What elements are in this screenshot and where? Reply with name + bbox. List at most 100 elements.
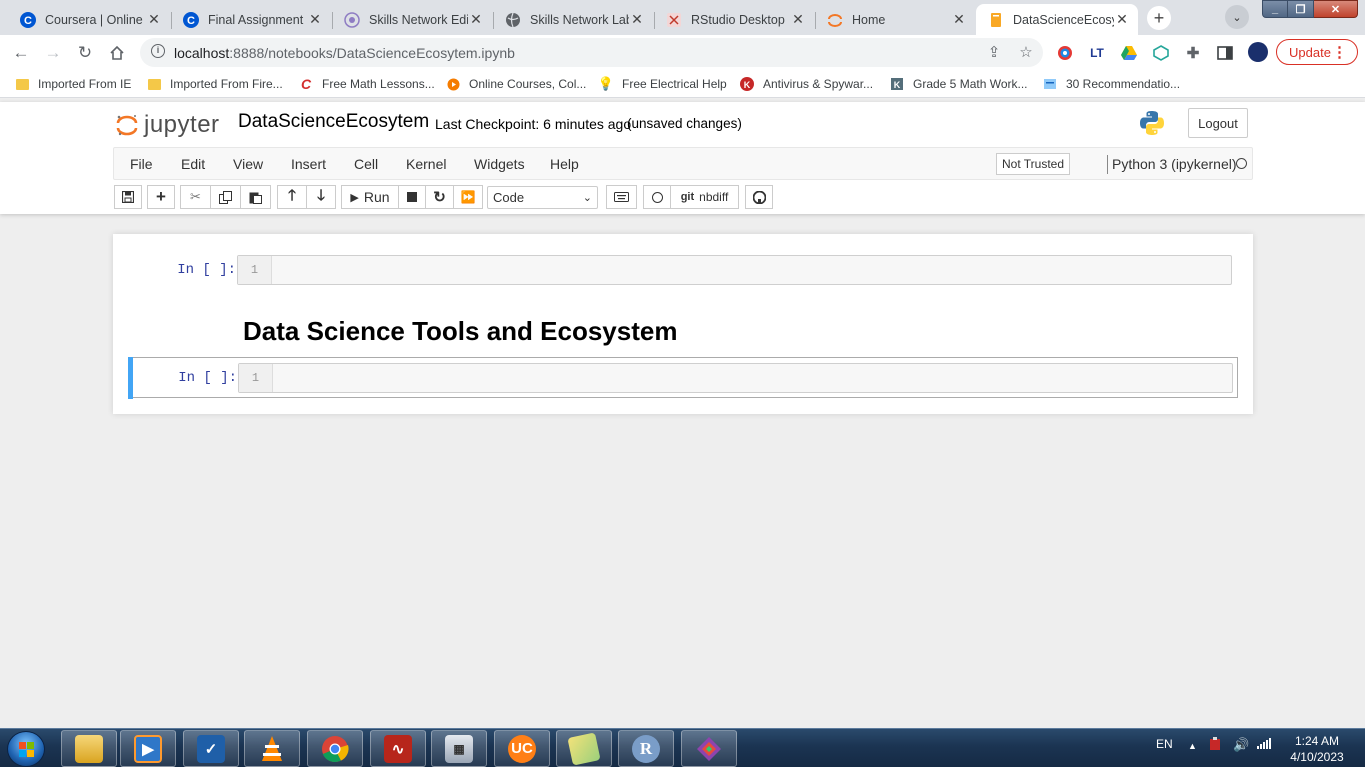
extensions-puzzle-icon[interactable]: ✚ [1184, 44, 1202, 62]
close-tab-icon[interactable]: ✕ [307, 11, 323, 28]
language-indicator[interactable]: EN [1156, 737, 1173, 751]
command-palette-button[interactable] [606, 185, 637, 209]
taskbar-vlc[interactable] [244, 730, 300, 767]
taskbar-pdf-reader[interactable]: ∿ [370, 730, 426, 767]
color-extension-icon[interactable] [1056, 44, 1074, 62]
taskbar-git-gui[interactable] [681, 730, 737, 767]
volume-icon[interactable]: 🔊 [1233, 737, 1249, 753]
forward-button[interactable]: → [40, 40, 66, 66]
globe-icon [505, 12, 521, 28]
notebook-title[interactable]: DataScienceEcosytem [238, 111, 429, 133]
tab-datascience-ecosystem[interactable]: DataScienceEcosyt ✕ [976, 4, 1138, 35]
insert-cell-button[interactable]: + [147, 185, 175, 209]
interrupt-kernel-button[interactable] [398, 185, 426, 209]
tab-skills-network-labs[interactable]: Skills Network Lab ✕ [493, 4, 653, 35]
code-editor[interactable]: 1 [237, 255, 1232, 285]
tab-skills-network-editor[interactable]: Skills Network Edit ✕ [332, 4, 492, 35]
tab-rstudio[interactable]: RStudio Desktop ✕ [654, 4, 814, 35]
restart-run-all-button[interactable]: ⏩ [453, 185, 483, 209]
taskbar-media-player[interactable]: ▶ [120, 730, 176, 767]
new-tab-button[interactable]: + [1147, 6, 1171, 30]
restart-kernel-button[interactable]: ↻ [425, 185, 454, 209]
logout-button[interactable]: Logout [1188, 108, 1248, 138]
url-text[interactable]: localhost:8888/notebooks/DataScienceEcos… [174, 45, 515, 61]
menu-widgets[interactable]: Widgets [474, 156, 525, 172]
move-cell-down-button[interactable]: 🡓 [306, 185, 336, 209]
taskbar-calculator[interactable]: ▦ [431, 730, 487, 767]
address-bar[interactable]: i localhost:8888/notebooks/DataScienceEc… [140, 38, 1043, 67]
languagetool-icon[interactable]: LT [1088, 44, 1106, 62]
tab-search-button[interactable]: ⌄ [1225, 5, 1249, 29]
cell-type-select[interactable]: Code ⌄ [487, 186, 598, 209]
bookmark-imported-firefox[interactable]: Imported From Fire... [148, 76, 283, 92]
close-window-button[interactable]: ✕ [1314, 0, 1358, 18]
bookmark-free-electrical-help[interactable]: 💡 Free Electrical Help [598, 76, 727, 92]
side-panel-icon[interactable] [1216, 44, 1234, 62]
close-tab-icon[interactable]: ✕ [1114, 11, 1130, 28]
jupyter-logo[interactable]: jupyter [116, 106, 220, 144]
taskbar-onedrive[interactable]: ✓ [183, 730, 239, 767]
paste-cell-button[interactable] [240, 185, 271, 209]
taskbar-chrome[interactable] [307, 730, 363, 767]
code-cell[interactable]: In [ ]: 1 [128, 255, 1238, 285]
codeium-extension-icon[interactable] [1152, 44, 1170, 62]
back-button[interactable]: ← [8, 40, 34, 66]
folder-icon [148, 78, 161, 90]
menu-cell[interactable]: Cell [354, 156, 378, 172]
git-nbdiff-button[interactable]: git nbdiff [670, 185, 739, 209]
taskbar-uc-browser[interactable]: UC [494, 730, 550, 767]
bookmark-imported-ie[interactable]: Imported From IE [16, 76, 131, 92]
save-button[interactable] [114, 185, 142, 209]
system-clock[interactable]: 1:24 AM 4/10/2023 [1284, 733, 1350, 765]
cut-cell-button[interactable]: ✂ [180, 185, 211, 209]
antivirus-tray-icon[interactable] [1208, 737, 1222, 754]
bookmark-star-icon[interactable]: ☆ [1017, 44, 1035, 62]
menu-view[interactable]: View [233, 156, 263, 172]
clock-date: 4/10/2023 [1290, 750, 1344, 764]
taskbar-photos[interactable] [556, 730, 612, 767]
profile-avatar[interactable] [1248, 42, 1268, 62]
menu-insert[interactable]: Insert [291, 156, 326, 172]
taskbar-r[interactable]: R [618, 730, 674, 767]
bookmark-grade5-math[interactable]: K Grade 5 Math Work... [890, 76, 1028, 92]
share-icon[interactable]: ⇪ [985, 44, 1003, 62]
menu-help[interactable]: Help [550, 156, 579, 172]
menu-file[interactable]: File [130, 156, 153, 172]
home-button[interactable] [104, 40, 130, 66]
menu-edit[interactable]: Edit [181, 156, 205, 172]
tab-jupyter-home[interactable]: Home ✕ [815, 4, 975, 35]
google-drive-icon[interactable] [1120, 44, 1138, 62]
close-tab-icon[interactable]: ✕ [790, 11, 806, 28]
start-button[interactable] [7, 731, 45, 767]
github-button[interactable] [745, 185, 773, 209]
markdown-heading[interactable]: Data Science Tools and Ecosystem [243, 316, 677, 347]
calculator-icon: ▦ [445, 734, 473, 763]
copy-cell-button[interactable] [210, 185, 241, 209]
close-tab-icon[interactable]: ✕ [629, 11, 645, 28]
bookmark-antivirus[interactable]: K Antivirus & Spywar... [740, 76, 873, 92]
move-cell-up-button[interactable]: 🡑 [277, 185, 307, 209]
code-editor[interactable]: 1 [238, 363, 1233, 393]
menu-kernel[interactable]: Kernel [406, 156, 446, 172]
bookmark-free-math-lessons[interactable]: C Free Math Lessons... [299, 76, 435, 92]
tab-coursera[interactable]: C Coursera | Online C ✕ [8, 4, 170, 35]
minimize-button[interactable]: _ [1262, 0, 1288, 18]
maximize-button[interactable]: ❐ [1288, 0, 1314, 18]
bookmark-online-courses[interactable]: Online Courses, Col... [446, 76, 586, 92]
timer-button[interactable] [643, 185, 671, 209]
close-tab-icon[interactable]: ✕ [468, 11, 484, 28]
not-trusted-button[interactable]: Not Trusted [996, 153, 1071, 175]
bookmark-30-recommendations[interactable]: 30 Recommendatio... [1043, 76, 1180, 92]
network-signal-icon[interactable] [1257, 737, 1272, 752]
update-button[interactable]: Update ⋮ [1276, 39, 1358, 65]
code-cell-selected[interactable]: In [ ]: 1 [128, 357, 1238, 399]
close-tab-icon[interactable]: ✕ [146, 11, 162, 28]
reload-button[interactable]: ↻ [72, 40, 98, 66]
run-button[interactable]: ▶ Run [341, 185, 399, 209]
close-tab-icon[interactable]: ✕ [951, 11, 967, 28]
site-info-icon[interactable]: i [151, 44, 165, 58]
taskbar-file-explorer[interactable] [61, 730, 117, 767]
show-hidden-icons-icon[interactable]: ▲ [1188, 741, 1197, 751]
tab-final-assignment[interactable]: C Final Assignment I ✕ [171, 4, 331, 35]
kernel-name[interactable]: Python 3 (ipykernel) [1112, 156, 1237, 172]
